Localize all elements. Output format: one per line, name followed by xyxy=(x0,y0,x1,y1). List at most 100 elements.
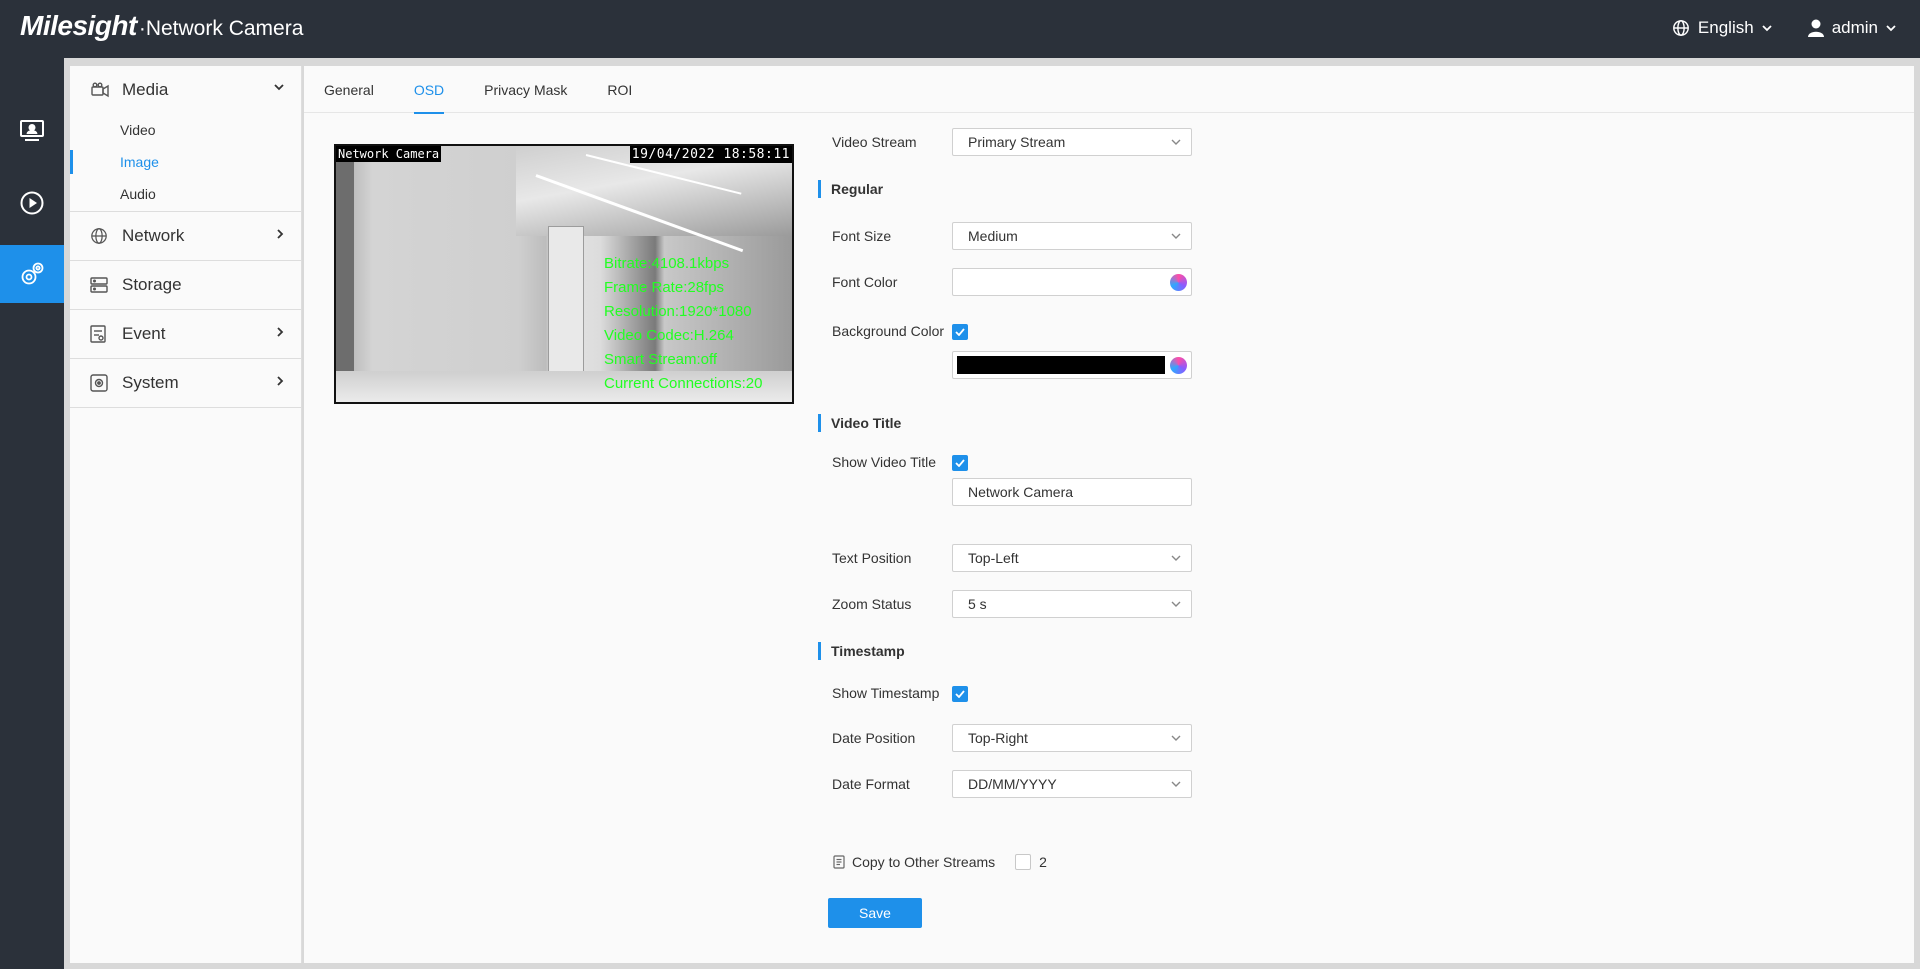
menu-system[interactable]: System xyxy=(70,359,301,407)
event-icon xyxy=(90,325,110,343)
chevron-down-icon xyxy=(1171,233,1181,239)
background-color-picker[interactable] xyxy=(952,351,1192,379)
menu-media-label: Media xyxy=(122,80,169,99)
menu-storage[interactable]: Storage xyxy=(70,261,301,309)
playback-icon xyxy=(20,191,44,215)
user-menu[interactable]: admin xyxy=(1807,18,1896,38)
font-color-picker[interactable] xyxy=(952,268,1192,296)
osd-stat-frame-rate: Frame Rate:28fps xyxy=(604,279,725,296)
chevron-down-icon xyxy=(1886,25,1896,32)
menu-event[interactable]: Event xyxy=(70,310,301,358)
chevron-down-icon xyxy=(1171,601,1181,607)
color-wheel-icon[interactable] xyxy=(1170,274,1187,291)
stream-2-checkbox[interactable] xyxy=(1015,854,1032,870)
osd-timestamp: 19/04/2022 18:58:11 xyxy=(629,146,792,163)
menu-group-storage: Storage xyxy=(70,261,301,310)
save-button[interactable]: Save xyxy=(828,898,922,928)
background-color-label: Background Color xyxy=(832,323,945,339)
color-wheel-icon[interactable] xyxy=(1170,357,1187,374)
video-preview[interactable]: Network Camera 19/04/2022 18:58:11 Bitra… xyxy=(334,144,794,404)
check-icon xyxy=(955,690,965,698)
preview-wall xyxy=(336,146,354,402)
sidebar-item-video[interactable]: Video xyxy=(70,114,301,146)
font-color-label: Font Color xyxy=(832,274,898,290)
date-format-select[interactable]: DD/MM/YYYY xyxy=(952,770,1192,798)
font-size-label: Font Size xyxy=(832,228,892,244)
copy-icon xyxy=(833,855,845,869)
date-position-select[interactable]: Top-Right xyxy=(952,724,1192,752)
storage-icon xyxy=(90,277,110,293)
text-position-label: Text Position xyxy=(832,550,912,566)
show-timestamp-checkbox[interactable] xyxy=(952,686,968,702)
chevron-down-icon xyxy=(1762,25,1772,32)
osd-stat-resolution: Resolution:1920*1080 xyxy=(604,303,752,320)
video-stream-value: Primary Stream xyxy=(968,134,1066,150)
date-format-label: Date Format xyxy=(832,776,910,792)
chevron-down-icon xyxy=(274,84,284,91)
tab-general[interactable]: General xyxy=(324,66,374,113)
date-format-value: DD/MM/YYYY xyxy=(968,776,1057,792)
globe-icon xyxy=(90,227,110,245)
logo-product: ·Network Camera xyxy=(138,17,304,40)
top-bar: Milesight ·Network Camera English admin xyxy=(0,0,1920,58)
menu-storage-label: Storage xyxy=(122,275,182,294)
menu-group-system: System xyxy=(70,359,301,408)
show-timestamp-label: Show Timestamp xyxy=(832,684,940,701)
video-title-input[interactable]: Network Camera xyxy=(952,478,1192,506)
osd-stats: Bitrate:4108.1kbps Frame Rate:28fps Reso… xyxy=(604,252,762,396)
menu-network[interactable]: Network xyxy=(70,212,301,260)
font-color-swatch xyxy=(957,273,1165,291)
menu-group-network: Network xyxy=(70,212,301,261)
side-menu: Media Video Image Audio Network Storage xyxy=(70,66,302,963)
settings-icon xyxy=(21,262,44,285)
chevron-down-icon xyxy=(1171,139,1181,145)
tab-osd[interactable]: OSD xyxy=(413,66,445,114)
menu-media[interactable]: Media xyxy=(70,66,301,114)
osd-stat-connections: Current Connections:20 xyxy=(604,375,763,392)
chevron-down-icon xyxy=(1171,555,1181,561)
logo: Milesight ·Network Camera xyxy=(20,10,303,42)
background-color-swatch xyxy=(957,356,1165,374)
date-position-value: Top-Right xyxy=(968,730,1028,746)
sidebar-item-audio[interactable]: Audio xyxy=(70,178,301,210)
section-video-title: Video Title xyxy=(818,414,901,432)
stream-2-label: 2 xyxy=(1039,854,1047,870)
section-timestamp: Timestamp xyxy=(818,642,905,660)
menu-event-label: Event xyxy=(122,324,166,343)
font-size-value: Medium xyxy=(968,228,1018,244)
main-panel: General OSD Privacy Mask ROI Network Cam… xyxy=(304,66,1914,963)
rail-playback[interactable] xyxy=(0,175,64,231)
camera-icon xyxy=(90,82,110,98)
video-title-value: Network Camera xyxy=(968,484,1074,500)
menu-group-event: Event xyxy=(70,310,301,359)
zoom-status-select[interactable]: 5 s xyxy=(952,590,1192,618)
date-position-label: Date Position xyxy=(832,730,916,746)
osd-stat-smart-stream: Smart Stream:off xyxy=(604,351,718,368)
chevron-down-icon xyxy=(1171,781,1181,787)
tab-privacy-mask[interactable]: Privacy Mask xyxy=(484,66,567,113)
logo-brand: Milesight xyxy=(20,10,137,41)
osd-stat-codec: Video Codec:H.264 xyxy=(604,327,734,344)
section-regular: Regular xyxy=(818,180,883,198)
globe-icon xyxy=(1673,20,1689,36)
chevron-right-icon xyxy=(277,376,284,386)
video-stream-select[interactable]: Primary Stream xyxy=(952,128,1192,156)
tab-roi[interactable]: ROI xyxy=(607,66,632,113)
language-selector[interactable]: English xyxy=(1672,18,1772,38)
osd-video-title: Network Camera xyxy=(336,146,442,162)
sidebar-item-image[interactable]: Image xyxy=(70,146,301,178)
user-name: admin xyxy=(1831,18,1878,37)
rail-live-view[interactable] xyxy=(0,103,64,159)
background-color-checkbox[interactable] xyxy=(952,324,968,340)
text-position-value: Top-Left xyxy=(968,550,1019,566)
font-size-select[interactable]: Medium xyxy=(952,222,1192,250)
rail-settings[interactable] xyxy=(0,245,64,303)
left-rail xyxy=(0,58,64,969)
tab-bar: General OSD Privacy Mask ROI xyxy=(304,66,1914,114)
copy-to-streams: Copy to Other Streams 2 xyxy=(826,854,1047,870)
show-video-title-checkbox[interactable] xyxy=(952,455,968,471)
zoom-status-value: 5 s xyxy=(968,596,987,612)
check-icon xyxy=(955,459,965,467)
check-icon xyxy=(955,328,965,336)
text-position-select[interactable]: Top-Left xyxy=(952,544,1192,572)
